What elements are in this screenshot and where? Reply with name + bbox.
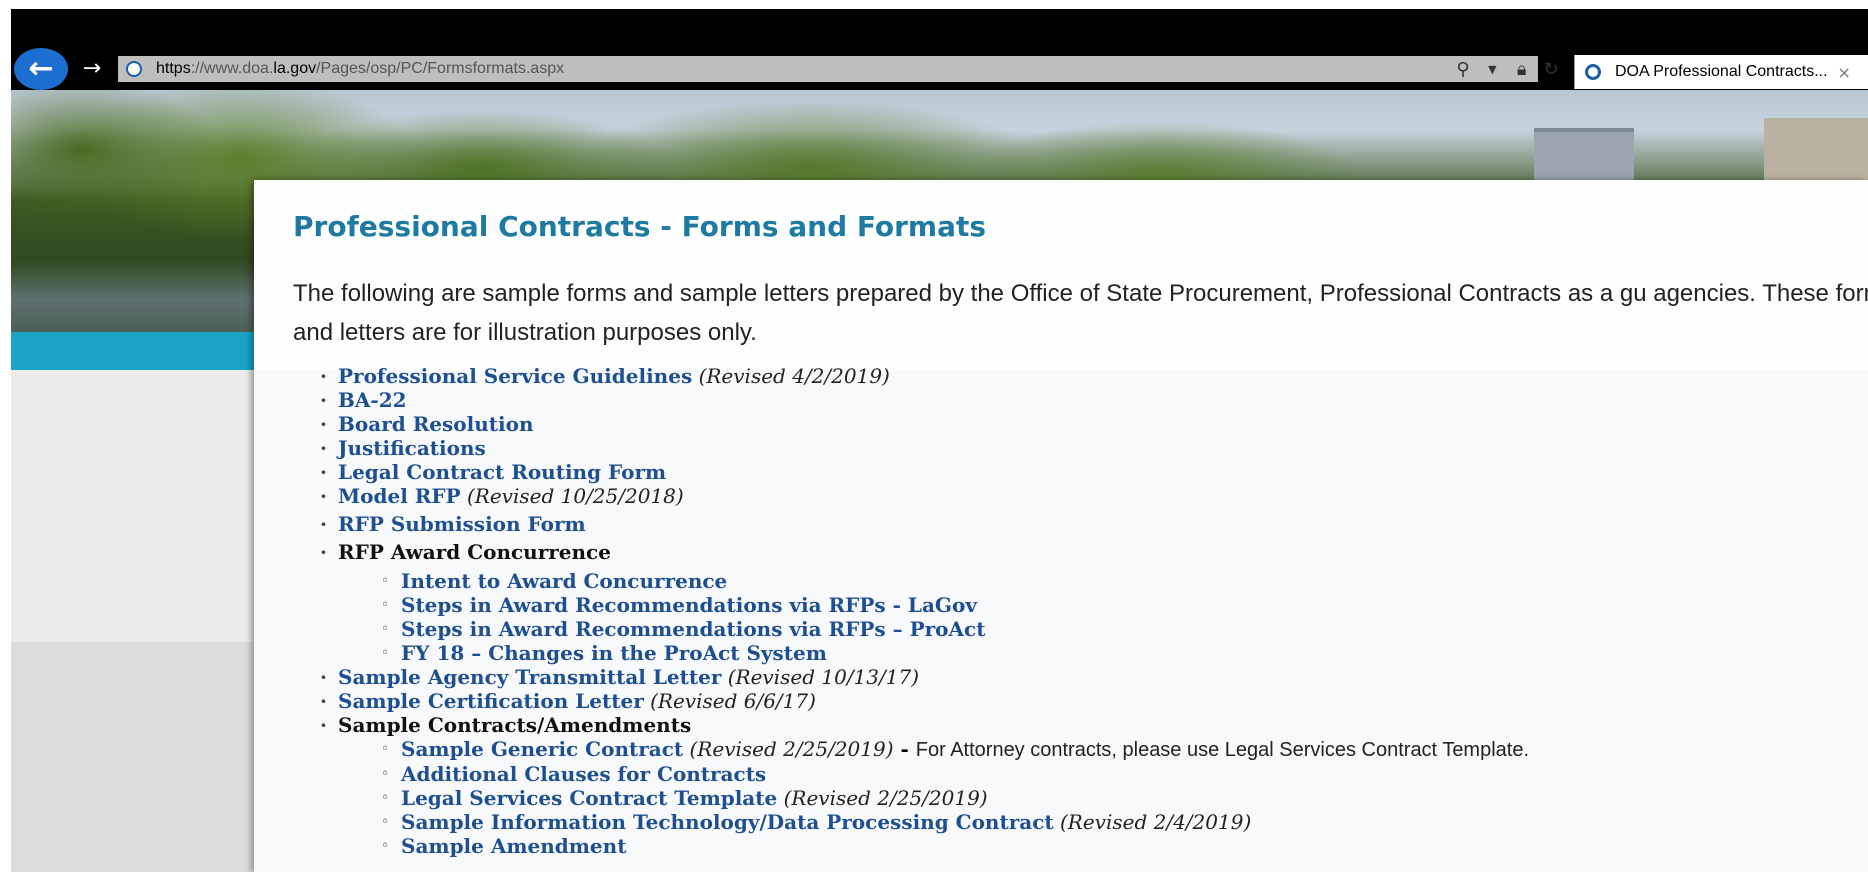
section-heading: RFP Award Concurrence xyxy=(338,540,611,564)
list-item: Legal Services Contract Template (Revise… xyxy=(381,786,1529,810)
list-item: Legal Contract Routing Form xyxy=(320,460,1529,484)
list-item: Sample Information Technology/Data Proce… xyxy=(381,810,1529,834)
list-item: Board Resolution xyxy=(320,412,1529,436)
screen-left-edge xyxy=(0,0,11,872)
chevron-down-icon[interactable]: ▼ xyxy=(1481,63,1503,76)
intro-text: The following are sample forms and sampl… xyxy=(293,280,1868,346)
revised-date: (Revised 2/25/2019) xyxy=(783,786,988,810)
banner-building xyxy=(1534,128,1634,184)
list-item: Additional Clauses for Contracts xyxy=(381,762,1529,786)
revised-date: (Revised 10/25/2018) xyxy=(466,484,684,508)
link-sample-generic-contract[interactable]: Sample Generic Contract xyxy=(401,737,683,761)
link-steps-award-proact[interactable]: Steps in Award Recommendations via RFPs … xyxy=(401,617,985,641)
link-ba-22[interactable]: BA-22 xyxy=(338,388,407,412)
link-legal-services-contract-template[interactable]: Legal Services Contract Template xyxy=(401,786,777,810)
link-rfp-submission-form[interactable]: RFP Submission Form xyxy=(338,512,586,536)
left-column-lower xyxy=(11,642,254,872)
list-item: Intent to Award Concurrence xyxy=(381,569,1529,593)
list-item: BA-22 xyxy=(320,388,1529,412)
list-item: Sample Contracts/Amendments xyxy=(320,713,1529,737)
page-title: Professional Contracts - Forms and Forma… xyxy=(293,210,987,243)
list-item: Sample Agency Transmittal Letter (Revise… xyxy=(320,665,1529,689)
screen-top-edge xyxy=(11,0,1868,9)
list-item: Sample Generic Contract (Revised 2/25/20… xyxy=(381,737,1530,762)
revised-date: (Revised 10/13/17) xyxy=(727,665,920,689)
lock-icon[interactable]: 🔒︎ xyxy=(1511,59,1533,80)
link-professional-service-guidelines[interactable]: Professional Service Guidelines xyxy=(338,364,692,388)
left-column xyxy=(11,370,254,642)
link-legal-contract-routing-form[interactable]: Legal Contract Routing Form xyxy=(338,460,666,484)
back-button[interactable]: ← xyxy=(14,48,68,90)
address-tools: ⚲ ▼ 🔒︎ ↻ xyxy=(1452,56,1562,82)
link-model-rfp[interactable]: Model RFP xyxy=(338,484,461,508)
url-text[interactable]: https://www.doa.la.gov/Pages/osp/PC/Form… xyxy=(156,60,564,78)
section-heading: Sample Contracts/Amendments xyxy=(338,713,692,737)
tab-title: DOA Professional Contracts... xyxy=(1615,63,1828,80)
list-item: Justifications xyxy=(320,436,1529,460)
close-icon[interactable]: × xyxy=(1838,63,1851,82)
revised-date: (Revised 2/25/2019) xyxy=(689,737,894,761)
refresh-icon[interactable]: ↻ xyxy=(1540,59,1562,80)
main-content: Professional Contracts - Forms and Forma… xyxy=(254,180,1868,872)
address-bar[interactable]: https://www.doa.la.gov/Pages/osp/PC/Form… xyxy=(118,56,1538,82)
revised-date: (Revised 6/6/17) xyxy=(650,689,816,713)
search-icon[interactable]: ⚲ xyxy=(1452,59,1474,80)
link-additional-clauses[interactable]: Additional Clauses for Contracts xyxy=(401,762,766,786)
link-intent-to-award-concurrence[interactable]: Intent to Award Concurrence xyxy=(401,569,727,593)
banner-building xyxy=(1764,118,1868,188)
link-fy18-changes-proact[interactable]: FY 18 – Changes in the ProAct System xyxy=(401,641,827,665)
list-item: Steps in Award Recommendations via RFPs … xyxy=(381,593,1529,617)
revised-date: (Revised 2/4/2019) xyxy=(1059,810,1252,834)
revised-date: (Revised 4/2/2019) xyxy=(698,364,890,388)
site-icon xyxy=(1585,64,1601,80)
link-sample-certification-letter[interactable]: Sample Certification Letter xyxy=(338,689,644,713)
link-sample-amendment[interactable]: Sample Amendment xyxy=(401,834,626,858)
note-text: For Attorney contracts, please use Legal… xyxy=(915,739,1530,761)
list-item: Sample Certification Letter (Revised 6/6… xyxy=(320,689,1529,713)
separator-dash: - xyxy=(893,737,916,761)
list-item: Steps in Award Recommendations via RFPs … xyxy=(381,617,1529,641)
link-steps-award-lagov[interactable]: Steps in Award Recommendations via RFPs … xyxy=(401,593,977,617)
link-sample-agency-transmittal-letter[interactable]: Sample Agency Transmittal Letter xyxy=(338,665,721,689)
link-sample-it-data-processing-contract[interactable]: Sample Information Technology/Data Proce… xyxy=(401,810,1054,834)
forward-button[interactable]: → xyxy=(80,55,104,83)
site-icon xyxy=(126,61,142,77)
list-item: Model RFP (Revised 10/25/2018) xyxy=(320,484,1529,508)
list-item: RFP Award Concurrence xyxy=(320,540,1529,564)
link-justifications[interactable]: Justifications xyxy=(338,436,486,460)
forms-list: Professional Service Guidelines (Revised… xyxy=(320,364,1530,858)
list-item: RFP Submission Form xyxy=(320,512,1529,536)
link-board-resolution[interactable]: Board Resolution xyxy=(338,412,534,436)
list-item: Sample Amendment xyxy=(381,834,1529,858)
list-item: Professional Service Guidelines (Revised… xyxy=(320,364,1529,388)
list-item: FY 18 – Changes in the ProAct System xyxy=(381,641,1529,665)
browser-tab[interactable]: DOA Professional Contracts... × xyxy=(1574,55,1868,89)
